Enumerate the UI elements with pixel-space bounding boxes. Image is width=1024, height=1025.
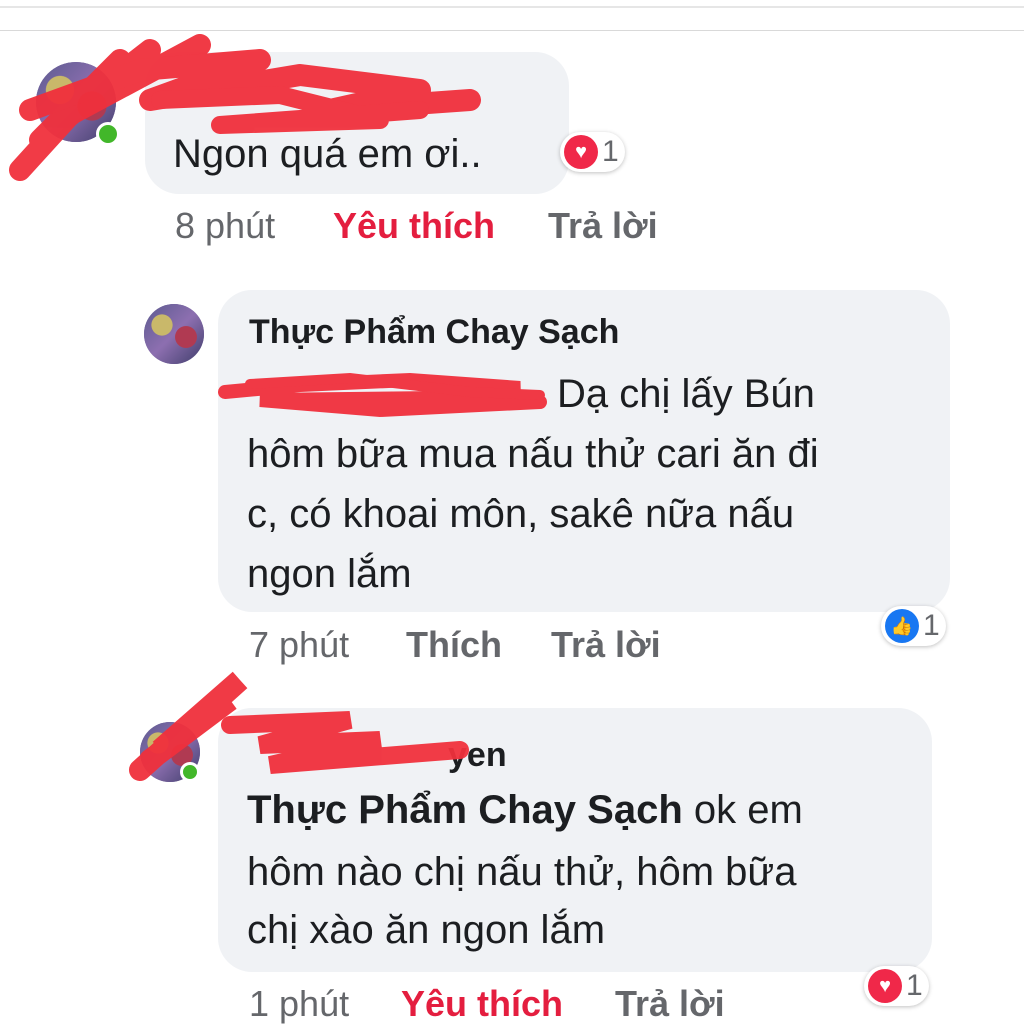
browser-top-bar <box>0 0 1024 31</box>
comment-timestamp[interactable]: 7 phút <box>249 624 349 666</box>
avatar[interactable] <box>144 304 204 364</box>
comment-text-line-2: hôm bữa mua nấu thử cari ăn đi <box>247 432 819 476</box>
comment-text-line-4: ngon lắm <box>247 552 412 596</box>
comment-text-line-3: c, có khoai môn, sakê nữa nấu <box>247 492 795 536</box>
reaction-badge[interactable]: ♥ 1 <box>864 966 929 1006</box>
comment-text-line-1: Thực Phẩm Chay Sạch ok em <box>247 778 803 842</box>
love-button[interactable]: Yêu thích <box>333 205 495 247</box>
mention-link[interactable]: Thực Phẩm Chay Sạch <box>247 788 683 832</box>
comment-text: Ngon quá em ơi.. <box>173 132 482 176</box>
reply-button[interactable]: Trả lời <box>551 624 661 666</box>
reaction-badge[interactable]: ♥ 1 <box>560 132 625 172</box>
online-status-indicator <box>180 762 200 782</box>
comment-timestamp[interactable]: 1 phút <box>249 983 349 1025</box>
reaction-count: 1 <box>906 969 923 1002</box>
reply-button[interactable]: Trả lời <box>548 205 658 247</box>
reaction-count: 1 <box>923 609 940 642</box>
comment-text-line-3: chị xào ăn ngon lắm <box>247 908 606 952</box>
love-button[interactable]: Yêu thích <box>401 983 563 1025</box>
reaction-count: 1 <box>602 135 619 168</box>
comment-text-line-2: hôm nào chị nấu thử, hôm bữa <box>247 850 797 894</box>
reaction-badge[interactable]: 👍 1 <box>881 606 946 646</box>
comment-text-line-1: Dạ chị lấy Bún <box>557 372 815 416</box>
online-status-indicator <box>96 122 120 146</box>
like-button[interactable]: Thích <box>406 624 502 666</box>
commenter-name[interactable]: Thực Phẩm Chay Sạch <box>249 313 619 352</box>
heart-icon: ♥ <box>868 969 902 1003</box>
heart-icon: ♥ <box>564 135 598 169</box>
comment-timestamp[interactable]: 8 phút <box>175 205 275 247</box>
commenter-name[interactable]: yen <box>448 736 507 775</box>
comment-text: ok em <box>682 788 803 832</box>
thumbs-up-icon: 👍 <box>885 609 919 643</box>
reply-button[interactable]: Trả lời <box>615 983 725 1025</box>
